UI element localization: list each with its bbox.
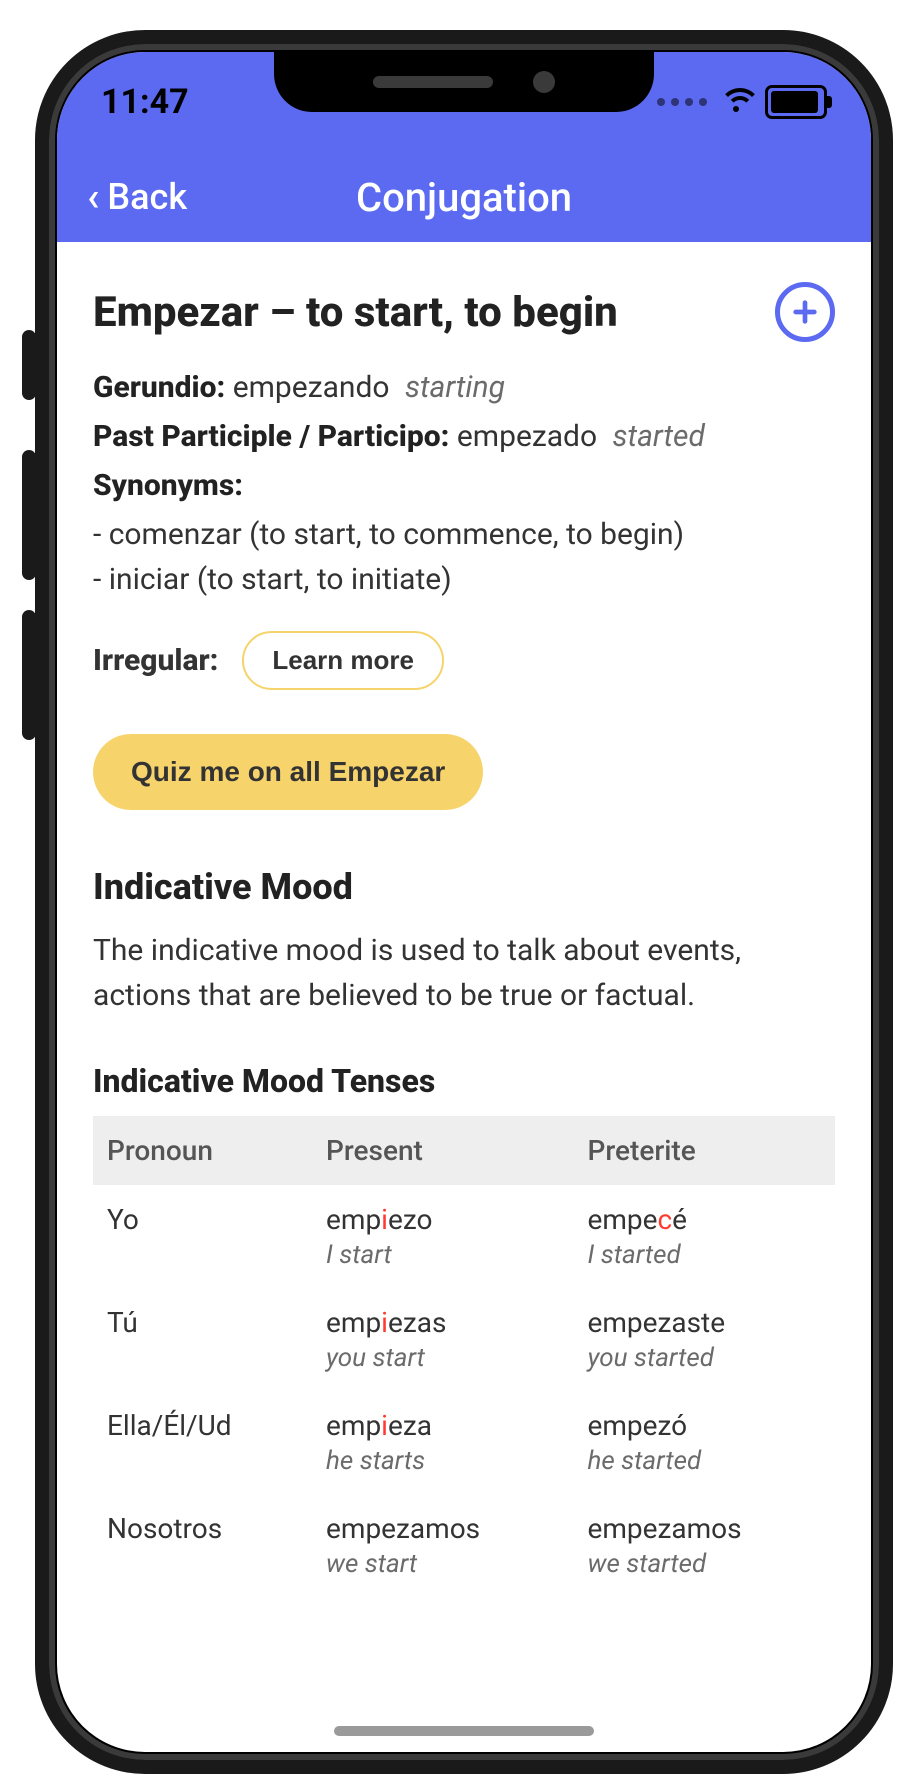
translation-text: I started: [588, 1240, 821, 1270]
screen: 11:47 ‹ Back Conjugation Empe: [57, 52, 871, 1752]
synonym-item: - comenzar (to start, to commence, to be…: [93, 517, 835, 552]
present-cell: empieza he starts: [312, 1391, 573, 1494]
back-button[interactable]: ‹ Back: [87, 176, 187, 218]
col-pronoun: Pronoun: [93, 1116, 312, 1185]
preterite-cell: empezaste you started: [574, 1288, 835, 1391]
gerund-spanish: empezando: [233, 370, 390, 405]
device-side-button: [22, 330, 36, 400]
translation-text: you start: [326, 1343, 559, 1373]
nav-bar: ‹ Back Conjugation: [57, 152, 871, 242]
back-label: Back: [107, 176, 187, 218]
translation-text: we started: [588, 1549, 821, 1579]
home-indicator[interactable]: [334, 1726, 594, 1736]
quiz-button[interactable]: Quiz me on all Empezar: [93, 734, 483, 810]
nav-title: Conjugation: [356, 174, 572, 221]
wifi-icon: [719, 88, 753, 116]
table-row: Tú empiezas you start empezaste you started: [93, 1288, 835, 1391]
past-participle-spanish: empezado: [457, 419, 597, 454]
battery-icon: [765, 85, 827, 119]
content-scroll[interactable]: Empezar – to start, to begin Gerundio: e…: [57, 242, 871, 1752]
pronoun-cell: Tú: [93, 1288, 312, 1391]
gerund-english: starting: [405, 370, 505, 405]
device-side-button: [22, 610, 36, 740]
translation-text: you started: [588, 1343, 821, 1373]
conjugation-text: empiezo: [326, 1203, 559, 1236]
past-participle-label: Past Participle / Participo:: [93, 419, 449, 454]
word-heading: Empezar – to start, to begin: [93, 288, 618, 337]
conjugation-text: empezamos: [326, 1512, 559, 1545]
present-cell: empiezas you start: [312, 1288, 573, 1391]
gerund-label: Gerundio:: [93, 370, 225, 405]
learn-more-button[interactable]: Learn more: [242, 631, 444, 690]
front-camera-icon: [533, 71, 555, 93]
preterite-cell: empecé I started: [574, 1185, 835, 1288]
tense-table: Pronoun Present Preterite Yo empiezo I sta…: [93, 1116, 835, 1597]
status-time: 11:47: [101, 82, 189, 122]
past-participle-line: Past Participle / Participo: empezado st…: [93, 419, 835, 454]
past-participle-english: started: [613, 419, 705, 454]
irregular-label: Irregular:: [93, 643, 218, 678]
cellular-signal-icon: [657, 98, 707, 106]
plus-icon: [791, 298, 819, 326]
notch: [274, 52, 654, 112]
pronoun-cell: Ella/Él/Ud: [93, 1391, 312, 1494]
table-row: Nosotros empezamos we start empezamos we sta…: [93, 1494, 835, 1597]
pronoun-cell: Nosotros: [93, 1494, 312, 1597]
pronoun-cell: Yo: [93, 1185, 312, 1288]
conjugation-text: empieza: [326, 1409, 559, 1442]
conjugation-text: empezaste: [588, 1306, 821, 1339]
mood-title: Indicative Mood: [93, 866, 835, 908]
table-row: Ella/Él/Ud empieza he starts empezó he start…: [93, 1391, 835, 1494]
preterite-cell: empezó he started: [574, 1391, 835, 1494]
conjugation-text: empezó: [588, 1409, 821, 1442]
device-frame: 11:47 ‹ Back Conjugation Empe: [35, 30, 893, 1774]
gerund-line: Gerundio: empezando starting: [93, 370, 835, 405]
chevron-left-icon: ‹: [87, 177, 99, 217]
col-present: Present: [312, 1116, 573, 1185]
present-cell: empezamos we start: [312, 1494, 573, 1597]
conjugation-text: empiezas: [326, 1306, 559, 1339]
add-button[interactable]: [775, 282, 835, 342]
mood-description: The indicative mood is used to talk abou…: [93, 928, 835, 1018]
preterite-cell: empezamos we started: [574, 1494, 835, 1597]
device-side-button: [22, 450, 36, 580]
speaker-icon: [373, 76, 493, 88]
table-row: Yo empiezo I start empecé I started: [93, 1185, 835, 1288]
translation-text: we start: [326, 1549, 559, 1579]
translation-text: he starts: [326, 1446, 559, 1476]
synonyms-label: Synonyms:: [93, 468, 243, 503]
translation-text: I start: [326, 1240, 559, 1270]
conjugation-text: empezamos: [588, 1512, 821, 1545]
translation-text: he started: [588, 1446, 821, 1476]
col-preterite: Preterite: [574, 1116, 835, 1185]
conjugation-text: empecé: [588, 1203, 821, 1236]
tenses-subtitle: Indicative Mood Tenses: [93, 1062, 835, 1100]
synonym-item: - iniciar (to start, to initiate): [93, 562, 835, 597]
present-cell: empiezo I start: [312, 1185, 573, 1288]
